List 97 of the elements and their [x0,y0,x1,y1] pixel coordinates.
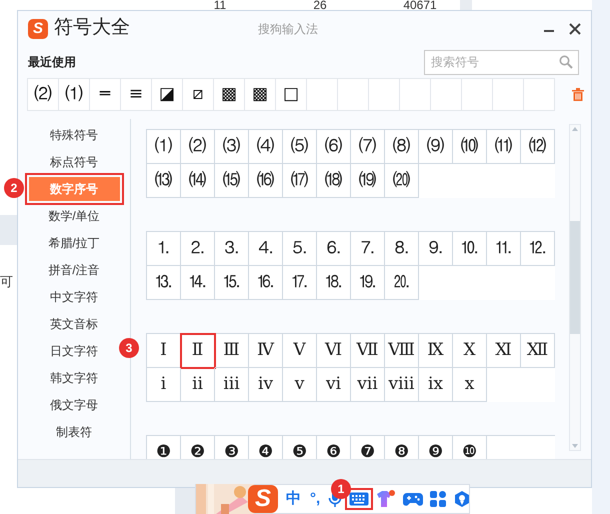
symbol-cell[interactable]: ⑿ [521,130,555,164]
symbol-cell[interactable]: ⒛ [385,266,419,300]
background-text: 可 [0,273,13,291]
apps-icon[interactable] [430,491,446,507]
symbol-cell[interactable]: ⑾ [487,130,521,164]
symbol-cell[interactable]: ⒑ [453,232,487,266]
sidebar-item[interactable]: 数学/单位 [28,204,120,228]
symbol-cell[interactable]: ⒁ [181,164,215,198]
symbol-cell[interactable]: ⅰ [147,368,181,402]
symbol-cell[interactable]: ⒇ [385,164,419,198]
symbol-cell[interactable]: Ⅵ [317,334,351,368]
shirt-icon[interactable] [376,490,396,508]
ime-toolbar-button[interactable]: °, [309,488,322,510]
app-logo: S [28,18,48,38]
symbol-cell[interactable]: ⒂ [215,164,249,198]
symbol-cell[interactable]: ⒎ [351,232,385,266]
symbol-cell[interactable]: ⑶ [215,130,249,164]
search-field[interactable]: 搜索符号 [424,50,579,74]
scrollbar-thumb[interactable] [570,221,580,334]
sidebar-item[interactable]: 制表符 [28,420,120,444]
sidebar-item[interactable]: 韩文字符 [28,366,120,390]
callout-badge: 2 [4,178,24,198]
symbol-cell[interactable]: Ⅲ [215,334,249,368]
symbol-cell[interactable]: ⑺ [351,130,385,164]
symbol-cell[interactable]: Ⅶ [351,334,385,368]
symbol-cell[interactable]: ⒈ [147,232,181,266]
symbol-cell[interactable]: ⑼ [419,130,453,164]
symbol-cell[interactable]: ⒆ [351,164,385,198]
symbol-cell[interactable]: ⒊ [215,232,249,266]
symbol-cell[interactable]: Ⅳ [249,334,283,368]
search-icon[interactable] [559,54,573,68]
symbol-cell[interactable]: ⑸ [283,130,317,164]
symbol-cell[interactable]: ⑻ [385,130,419,164]
sidebar-item[interactable]: 标点符号 [28,150,120,174]
symbol-cell[interactable]: ⒅ [317,164,351,198]
background-panel [460,0,472,10]
symbol-cell[interactable]: ⒋ [249,232,283,266]
symbol-cell[interactable]: Ⅹ [453,334,487,368]
window-subtitle: 搜狗输入法 [258,20,318,38]
symbol-cell[interactable]: ⅵ [317,368,351,402]
symbol-cell[interactable]: Ⅱ [181,334,215,368]
close-button[interactable] [569,22,581,34]
background-panel [175,488,195,514]
symbol-cell[interactable]: ⅳ [249,368,283,402]
sidebar-item[interactable]: 英文音标 [28,312,120,336]
symbol-cell[interactable]: ⅷ [385,368,419,402]
symbol-cell[interactable]: ⅱ [181,368,215,402]
symbol-cell[interactable]: ⒓ [521,232,555,266]
symbol-cell[interactable]: ⒉ [181,232,215,266]
table-cell-text: 26 [312,0,328,11]
background-panel [0,215,17,245]
symbol-cell[interactable]: Ⅴ [283,334,317,368]
symbol-cell[interactable]: ⒕ [181,266,215,300]
sidebar-item[interactable]: 日文字符 [28,339,120,363]
symbol-cell[interactable]: ⒏ [385,232,419,266]
symbol-cell[interactable]: ⒘ [283,266,317,300]
symbol-cell[interactable]: ⅶ [351,368,385,402]
symbol-cell[interactable]: ⑷ [249,130,283,164]
symbol-cell[interactable]: ⒔ [147,266,181,300]
symbol-cell[interactable]: ⑴ [147,130,181,164]
sidebar-item[interactable]: 希腊/拉丁 [28,231,120,255]
gamepad-icon[interactable] [403,491,424,507]
symbol-cell[interactable]: Ⅷ [385,334,419,368]
symbol-cell[interactable]: ⑹ [317,130,351,164]
symbol-cell[interactable]: ⒍ [317,232,351,266]
symbol-cell[interactable]: Ⅺ [487,334,521,368]
symbol-cell[interactable]: ⒄ [283,164,317,198]
symbol-cell[interactable]: ⅲ [215,368,249,402]
symbol-cell[interactable]: Ⅻ [521,334,555,368]
trash-icon[interactable] [572,88,584,101]
symbol-cell[interactable]: Ⅰ [147,334,181,368]
section-label: 最近使用 [28,54,76,71]
symbol-cell[interactable]: ⒐ [419,232,453,266]
symbol-cell[interactable]: ⒒ [487,232,521,266]
sidebar-item[interactable]: 拼音/注音 [28,258,120,282]
symbol-cell[interactable]: ⒙ [317,266,351,300]
window-title: 符号大全 [54,16,130,40]
symbol-cell[interactable]: ⒗ [249,266,283,300]
ime-toolbar-button[interactable]: 中 [285,488,302,510]
sidebar-item[interactable]: 特殊符号 [28,123,120,147]
symbol-cell[interactable]: ⅴ [283,368,317,402]
table-cell-text: 11 [212,0,228,11]
symbol-cell[interactable]: ⒖ [215,266,249,300]
sidebar-item[interactable]: 俄文字母 [28,393,120,417]
symbol-cell[interactable]: ⅸ [419,368,453,402]
scrollbar[interactable] [569,124,581,451]
symbol-cell[interactable]: ⑽ [453,130,487,164]
toolbox-icon[interactable] [453,490,472,508]
symbol-cell[interactable]: ⒚ [351,266,385,300]
table-cell-text: 40671 [402,0,438,11]
symbol-cell[interactable]: ⑵ [181,130,215,164]
symbol-cell[interactable]: ⒌ [283,232,317,266]
symbol-cell[interactable]: Ⅸ [419,334,453,368]
symbol-cell[interactable]: ⅹ [453,368,487,402]
symbol-cell[interactable]: ⒃ [249,164,283,198]
sidebar-item[interactable]: 中文字符 [28,285,120,309]
symbol-cell[interactable]: ⒀ [147,164,181,198]
